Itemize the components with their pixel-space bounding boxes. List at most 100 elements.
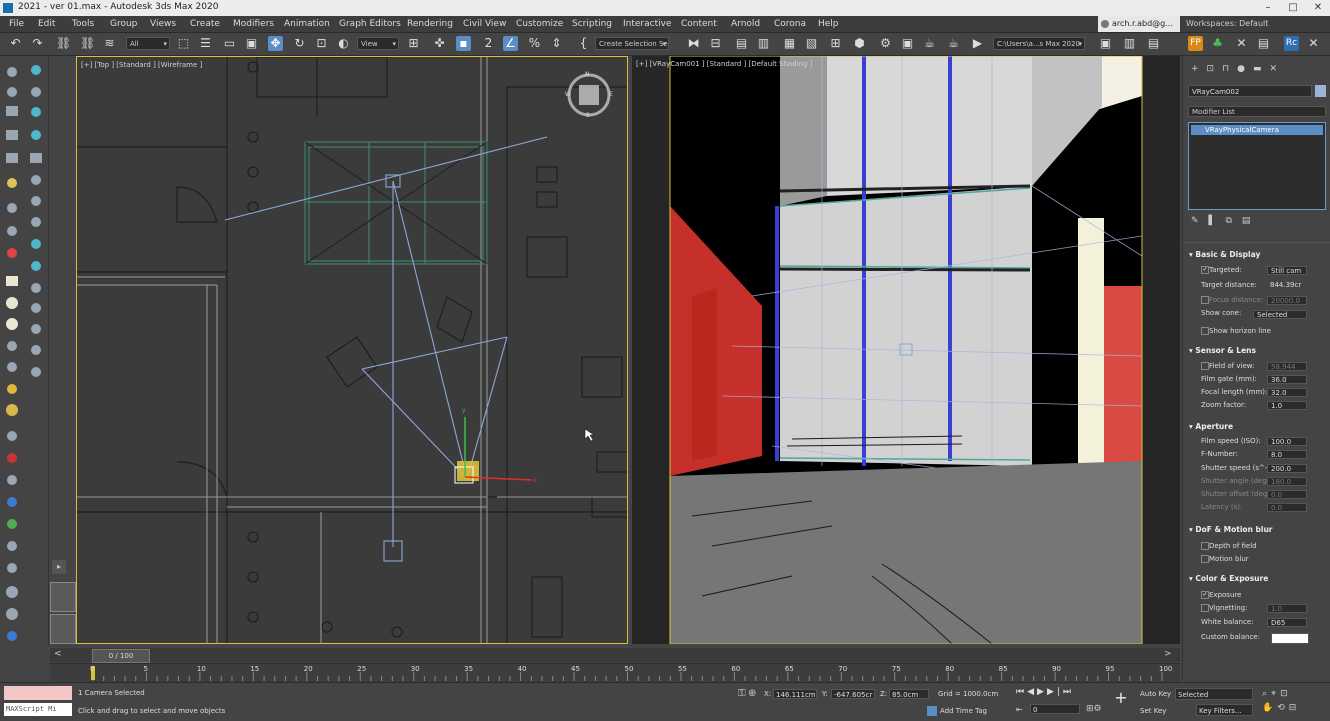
menu-scripting[interactable]: Scripting xyxy=(572,17,612,31)
z-coordinate-field[interactable]: 85.0cm xyxy=(889,689,929,699)
menu-views[interactable]: Views xyxy=(150,17,176,31)
shutter-angle-spinner[interactable]: 180.0 xyxy=(1267,477,1307,486)
menu-tools[interactable]: Tools xyxy=(72,17,94,31)
time-slider[interactable]: < 0 / 100 > xyxy=(50,648,1180,663)
scene-states-icon[interactable]: ▤ xyxy=(1256,36,1271,51)
vignetting-spinner[interactable]: 1.0 xyxy=(1267,604,1307,613)
menu-help[interactable]: Help xyxy=(818,17,839,31)
menu-modifiers[interactable]: Modifiers xyxy=(233,17,274,31)
exposure-checkbox[interactable]: ✓ xyxy=(1201,591,1209,599)
scene-explorer-icon[interactable]: ▤ xyxy=(734,36,749,51)
menu-customize[interactable]: Customize xyxy=(516,17,563,31)
modifier-list-dropdown[interactable]: Modifier List xyxy=(1188,106,1326,117)
save-icon[interactable]: ▥ xyxy=(1122,36,1137,51)
select-by-name-icon[interactable]: ☰ xyxy=(198,36,213,51)
menu-edit[interactable]: Edit xyxy=(38,17,55,31)
current-frame-field[interactable]: 0 xyxy=(1030,704,1080,714)
workspace-dropdown[interactable]: Default xyxy=(1239,19,1268,28)
edit-named-selection-icon[interactable]: { xyxy=(576,36,591,51)
material-editor-icon[interactable]: ⬢ xyxy=(852,36,867,51)
named-selection-dropdown[interactable]: Create Selection Se xyxy=(595,37,669,51)
rollout-basic-display[interactable]: ▾ Basic & Display xyxy=(1189,250,1260,259)
toggle-ribbon-icon[interactable]: ▦ xyxy=(782,36,797,51)
unlink-icon[interactable]: ⛓ xyxy=(80,36,95,51)
rollout-aperture[interactable]: ▾ Aperture xyxy=(1189,422,1233,431)
menu-animation[interactable]: Animation xyxy=(284,17,330,31)
stack-controls[interactable]: ✎▌⧉▤ xyxy=(1191,216,1321,228)
motion-blur-checkbox[interactable] xyxy=(1201,555,1209,563)
menu-interactive[interactable]: Interactive xyxy=(623,17,671,31)
menu-group[interactable]: Group xyxy=(110,17,137,31)
rollout-dof-motion-blur[interactable]: ▾ DoF & Motion blur xyxy=(1189,525,1273,534)
align-icon[interactable]: ⊟ xyxy=(708,36,723,51)
shutter-speed-spinner[interactable]: 200.0 xyxy=(1267,464,1307,473)
targeted-checkbox[interactable]: ✓ xyxy=(1201,266,1209,274)
render-production-icon[interactable]: ☕ xyxy=(922,36,937,51)
white-balance-dropdown[interactable]: D65 xyxy=(1267,618,1307,627)
percent-snap-icon[interactable]: % xyxy=(527,36,542,51)
show-horizon-checkbox[interactable] xyxy=(1201,327,1209,335)
menu-rendering[interactable]: Rendering xyxy=(407,17,453,31)
focus-distance-checkbox[interactable] xyxy=(1201,296,1209,304)
menu-create[interactable]: Create xyxy=(190,17,220,31)
expand-arrow-icon[interactable]: ▸ xyxy=(52,560,66,574)
menu-corona[interactable]: Corona xyxy=(774,17,806,31)
time-slider-next-icon[interactable]: > xyxy=(1164,649,1176,661)
open-project-folder-icon[interactable]: ▣ xyxy=(1098,36,1113,51)
project-folder-dropdown[interactable]: C:\Users\a...s Max 2020 xyxy=(993,37,1085,51)
key-selection-dropdown[interactable]: Selected xyxy=(1175,688,1253,700)
menu-graph-editors[interactable]: Graph Editors xyxy=(339,17,401,31)
camera-viewport-label[interactable]: [+] [VRayCam001 ] [Standard ] [Default S… xyxy=(636,60,812,68)
top-viewport-wireframe[interactable]: x y xyxy=(77,57,628,644)
time-slider-prev-icon[interactable]: < xyxy=(54,649,76,661)
top-viewport-label[interactable]: [+] [Top ] [Standard ] [Wireframe ] xyxy=(81,61,202,69)
time-tag-icon[interactable] xyxy=(927,706,937,716)
export-icon[interactable]: ▤ xyxy=(1146,36,1161,51)
vray-render-icon[interactable]: ▶ xyxy=(970,36,985,51)
menu-arnold[interactable]: Arnold xyxy=(731,17,760,31)
viewport-layout-tab-2[interactable] xyxy=(50,614,76,644)
camera-viewport-render[interactable] xyxy=(632,56,1180,644)
placement-icon[interactable]: ◐ xyxy=(336,36,351,51)
undo-icon[interactable]: ↶ xyxy=(8,36,23,51)
set-key-button[interactable]: Set Key xyxy=(1140,707,1166,715)
rotate-icon[interactable]: ↻ xyxy=(292,36,307,51)
stack-item-vray-physical-camera[interactable]: VRayPhysicalCamera xyxy=(1191,125,1323,135)
maxscript-input[interactable]: MAXScript Mi xyxy=(4,703,72,716)
mirror-icon[interactable]: ⧓ xyxy=(686,36,701,51)
select-manipulate-icon[interactable]: ✜ xyxy=(432,36,447,51)
depth-of-field-checkbox[interactable] xyxy=(1201,542,1209,550)
viewport-navigation-controls[interactable]: ⌕⌖⊡ ✋⟲⊟ xyxy=(1262,687,1328,717)
viewport-layout-tab[interactable] xyxy=(50,582,76,612)
key-mode-icon[interactable]: ⇤ xyxy=(1016,705,1026,715)
minimize-button[interactable]: – xyxy=(1256,0,1280,16)
key-filters-button[interactable]: Key Filters... xyxy=(1196,704,1253,716)
link-icon[interactable]: ⛓ xyxy=(56,36,71,51)
rollout-color-exposure[interactable]: ▾ Color & Exposure xyxy=(1189,574,1268,583)
scale-icon[interactable]: ⊡ xyxy=(314,36,329,51)
absolute-mode-icon[interactable]: ⊕ xyxy=(748,688,762,700)
zoom-factor-spinner[interactable]: 1.0 xyxy=(1267,401,1307,410)
top-viewport[interactable]: x y [+] [Top ] [Standard ] [Wireframe ] … xyxy=(76,56,628,644)
film-gate-spinner[interactable]: 36.0 xyxy=(1267,375,1307,384)
shutter-offset-spinner[interactable]: 0.0 xyxy=(1267,490,1307,499)
snaps-toggle-icon[interactable]: 2 xyxy=(481,36,496,51)
rect-selection-icon[interactable]: ▭ xyxy=(222,36,237,51)
time-config-icon[interactable]: ⊞⚙ xyxy=(1086,704,1110,716)
show-cone-dropdown[interactable]: Selected xyxy=(1253,310,1307,319)
menu-civil-view[interactable]: Civil View xyxy=(463,17,506,31)
selection-filter-dropdown[interactable]: All xyxy=(126,37,170,51)
user-account[interactable]: arch.r.abd@g... xyxy=(1098,16,1180,32)
add-time-tag[interactable]: Add Time Tag xyxy=(940,707,987,715)
maximize-button[interactable]: □ xyxy=(1281,0,1305,16)
railclone-icon[interactable]: ♣ xyxy=(1210,36,1225,51)
render-iterative-icon[interactable]: ☕ xyxy=(946,36,961,51)
object-name-field[interactable]: VRayCam002 xyxy=(1188,85,1312,97)
set-key-icon[interactable]: + xyxy=(1112,689,1130,707)
vignetting-checkbox[interactable] xyxy=(1201,604,1209,612)
layer-explorer-icon[interactable]: ▥ xyxy=(756,36,771,51)
menu-content[interactable]: Content xyxy=(681,17,717,31)
custom-balance-swatch[interactable] xyxy=(1271,633,1309,644)
y-coordinate-field[interactable]: -647.605cr xyxy=(831,689,875,699)
window-crossing-icon[interactable]: ▣ xyxy=(244,36,259,51)
